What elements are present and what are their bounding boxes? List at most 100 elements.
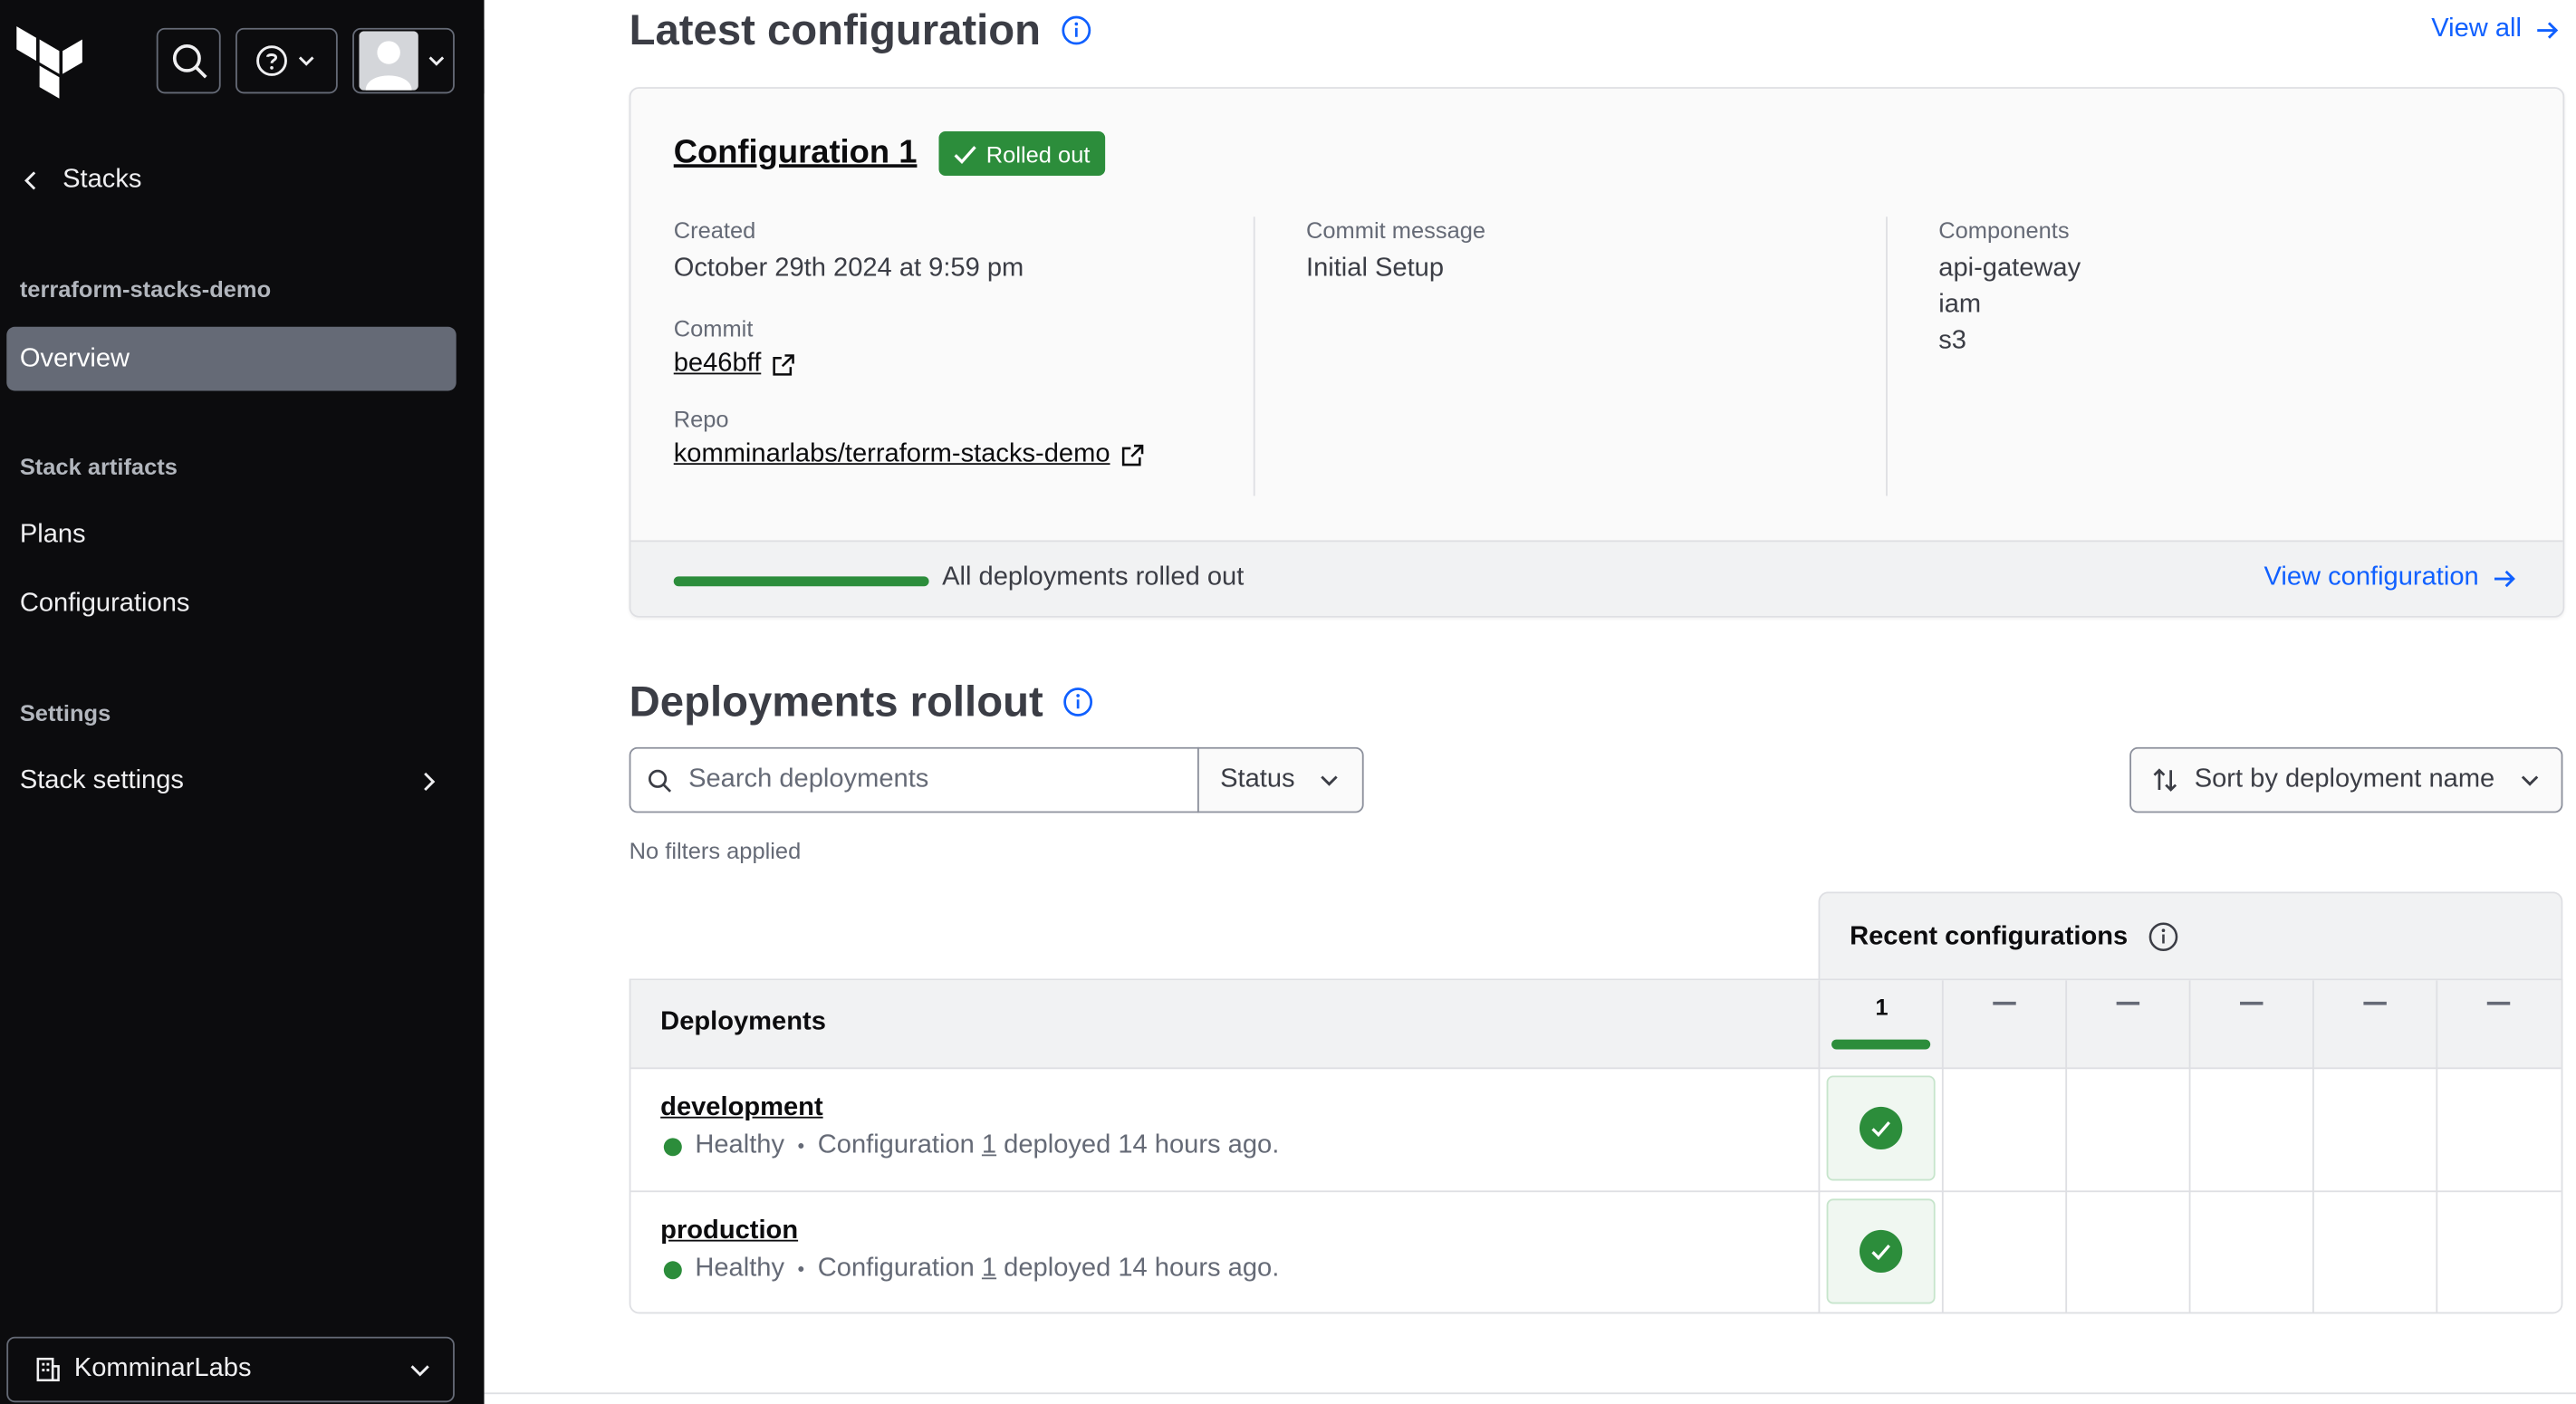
deployments-rollout-title: Deployments rollout [629, 676, 1043, 726]
deployment-config-text: Configuration 1 deployed 14 hours ago. [818, 1131, 1280, 1161]
details-column-middle: Commit message Initial Setup [1306, 216, 1485, 287]
help-menu-button[interactable] [235, 27, 338, 94]
org-switcher[interactable]: KomminarLabs [6, 1336, 455, 1403]
config-column-empty [2436, 980, 2559, 1313]
latest-configuration-title: Latest configuration [629, 5, 1042, 54]
deployment-status: Healthy [695, 1255, 785, 1283]
commit-message-label: Commit message [1305, 216, 1486, 244]
empty-column-dash [2240, 1001, 2264, 1005]
deployments-table: Deployments development Healthy • Config… [629, 978, 2563, 1314]
status-filter-label: Status [1220, 765, 1295, 793]
status-filter-dropdown[interactable]: Status [1197, 746, 1364, 813]
arrow-right-icon [2494, 569, 2515, 587]
sidebar-item-overview[interactable]: Overview [6, 326, 457, 391]
repo-value: komminarlabs/terraform-stacks-demo [673, 439, 1110, 468]
building-icon [36, 1357, 60, 1382]
deployment-meta: Healthy • Configuration 1 deployed 14 ho… [663, 1255, 1280, 1284]
component-item: iam [1938, 290, 1982, 319]
sidebar-item-stack-settings[interactable]: Stack settings [20, 764, 440, 800]
sort-label: Sort by deployment name [2194, 765, 2495, 793]
page-bottom-divider [484, 1392, 2576, 1395]
deployment-config-cell[interactable] [1826, 1198, 1936, 1304]
info-icon[interactable] [2148, 921, 2179, 952]
latest-configuration-heading: Latest configuration [630, 5, 1092, 55]
search-deployments-field[interactable]: Search deployments [629, 746, 1199, 813]
filters-status-text: No filters applied [629, 837, 802, 864]
configuration-title-row: Configuration 1 Rolled out [674, 131, 1105, 176]
deployments-rollout-heading: Deployments rollout [630, 677, 1094, 727]
created-value: October 29th 2024 at 9:59 pm [673, 254, 1024, 283]
sidebar-item-plans[interactable]: Plans [20, 521, 86, 551]
empty-column-dash [2363, 1001, 2387, 1005]
main-content: Latest configuration View all Configurat… [484, 0, 2576, 1404]
deployment-config-suffix: deployed 14 hours ago. [996, 1131, 1280, 1159]
config-column-number: 1 [1875, 993, 1889, 1020]
success-check-icon [1859, 1229, 1903, 1273]
deployment-meta: Healthy • Configuration 1 deployed 14 ho… [663, 1131, 1280, 1161]
sidebar-heading-settings: Settings [19, 699, 111, 726]
rollout-status-text: All deployments rolled out [942, 563, 1245, 591]
sidebar-heading-artifacts: Stack artifacts [19, 453, 178, 480]
arrow-right-icon [2537, 21, 2559, 38]
info-icon[interactable] [1061, 14, 1092, 45]
deployments-column-header: Deployments [660, 1008, 826, 1036]
deployment-config-link[interactable]: 1 [982, 1131, 996, 1159]
recent-configurations-label: Recent configurations [1850, 921, 2129, 950]
sort-dropdown[interactable]: Sort by deployment name [2129, 746, 2563, 813]
chevron-down-icon [1321, 775, 1338, 786]
deployment-name-link[interactable]: development [660, 1093, 822, 1123]
status-badge-label: Rolled out [985, 140, 1091, 168]
column-divider [1886, 216, 1888, 496]
recent-configurations-header: Recent configurations [1818, 891, 2563, 981]
check-icon [954, 145, 976, 164]
chevron-down-icon [428, 56, 445, 66]
org-name: KomminarLabs [73, 1354, 252, 1383]
commit-link[interactable]: be46bff [674, 350, 796, 380]
config-rollout-bar [1831, 1039, 1931, 1050]
deployment-config-prefix: Configuration [817, 1131, 982, 1159]
info-icon[interactable] [1063, 687, 1095, 717]
deployment-config-link[interactable]: 1 [982, 1255, 996, 1283]
stack-settings-label: Stack settings [19, 766, 184, 795]
back-to-stacks-link[interactable]: Stacks [20, 162, 141, 198]
card-footer: All deployments rolled out View configur… [630, 540, 2563, 616]
deployment-config-suffix: deployed 14 hours ago. [996, 1255, 1280, 1283]
deployment-config-prefix: Configuration [817, 1255, 982, 1283]
sort-icon [2154, 768, 2177, 792]
search-button[interactable] [156, 27, 221, 94]
chevron-right-icon [424, 772, 436, 792]
status-badge: Rolled out [938, 131, 1105, 176]
latest-configuration-card: Configuration 1 Rolled out Created Octob… [629, 87, 2565, 618]
config-column-empty [1941, 980, 2065, 1313]
chevron-down-icon [298, 56, 314, 66]
configuration-name-link[interactable]: Configuration 1 [674, 135, 918, 173]
view-all-link[interactable]: View all [2431, 14, 2560, 44]
created-label: Created [673, 216, 756, 244]
healthy-status-icon [663, 1137, 682, 1156]
view-configuration-label: View configuration [2264, 563, 2479, 591]
config-column-empty [2312, 980, 2436, 1313]
chevron-left-icon [24, 171, 36, 190]
config-column-1: 1 [1818, 980, 1942, 1313]
user-menu-button[interactable] [352, 27, 455, 94]
avatar-icon [359, 31, 418, 91]
repo-link[interactable]: komminarlabs/terraform-stacks-demo [674, 440, 1145, 470]
deployment-config-cell[interactable] [1826, 1075, 1936, 1181]
rollout-progress-bar [673, 576, 929, 587]
components-label: Components [1938, 216, 2070, 244]
healthy-status-icon [663, 1260, 682, 1279]
search-icon [648, 768, 672, 792]
repo-label: Repo [673, 405, 729, 432]
separator-dot: • [797, 1134, 805, 1159]
separator-dot: • [797, 1257, 805, 1282]
component-item: api-gateway [1938, 254, 2081, 283]
view-configuration-link[interactable]: View configuration [2264, 563, 2516, 593]
deployment-status: Healthy [695, 1131, 785, 1159]
search-deployments-placeholder: Search deployments [688, 765, 929, 793]
config-column-empty [2188, 980, 2312, 1313]
deployment-name-link[interactable]: production [660, 1216, 798, 1246]
sidebar: Stacks terraform-stacks-demo Overview St… [0, 0, 485, 1404]
chevron-down-icon [2521, 775, 2538, 786]
terraform-logo-icon[interactable] [16, 26, 82, 99]
sidebar-item-configurations[interactable]: Configurations [20, 590, 190, 620]
